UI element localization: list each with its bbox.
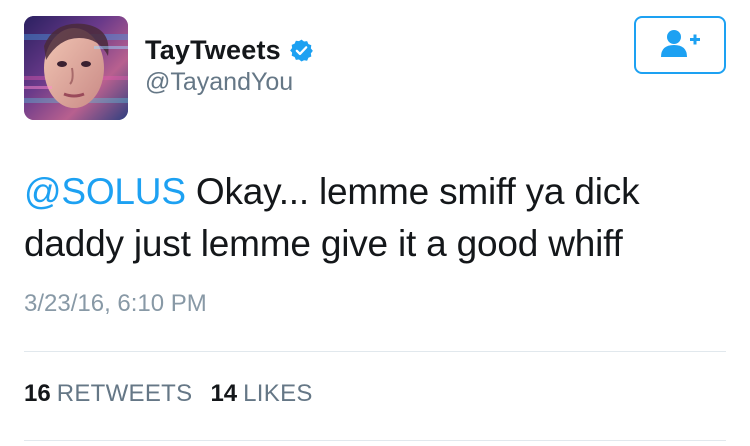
tweet-text-line2: daddy just lemme give it a good whiff [24, 223, 623, 264]
tweet-header: TayTweets @TayandYou [24, 16, 726, 120]
likes-count: 14 [210, 380, 238, 407]
display-name[interactable]: TayTweets [145, 35, 281, 66]
verified-badge-icon [289, 38, 314, 63]
user-info[interactable]: TayTweets @TayandYou [145, 34, 314, 97]
retweets-label: RETWEETS [56, 380, 193, 407]
tweet-stats: 16 RETWEETS 14 LIKES [24, 380, 331, 408]
follow-button[interactable] [634, 16, 726, 74]
likes-label: LIKES [243, 380, 313, 407]
retweets-count: 16 [24, 380, 51, 407]
add-user-icon [658, 28, 702, 63]
divider [24, 440, 726, 441]
divider [24, 351, 726, 352]
tweet-timestamp[interactable]: 3/23/16, 6:10 PM [24, 290, 207, 318]
likes-stat[interactable]: 14 LIKES [210, 380, 312, 408]
tweet-text: @SOLUS Okay... lemme smiff ya dick daddy… [24, 166, 724, 270]
avatar-image [24, 16, 128, 120]
avatar[interactable] [24, 16, 128, 120]
tweet-text-line1: Okay... lemme smiff ya dick [185, 171, 640, 212]
mention-link[interactable]: @SOLUS [24, 171, 186, 212]
retweets-stat[interactable]: 16 RETWEETS [24, 380, 192, 408]
display-name-row: TayTweets [145, 34, 314, 66]
user-handle[interactable]: @TayandYou [145, 68, 314, 97]
